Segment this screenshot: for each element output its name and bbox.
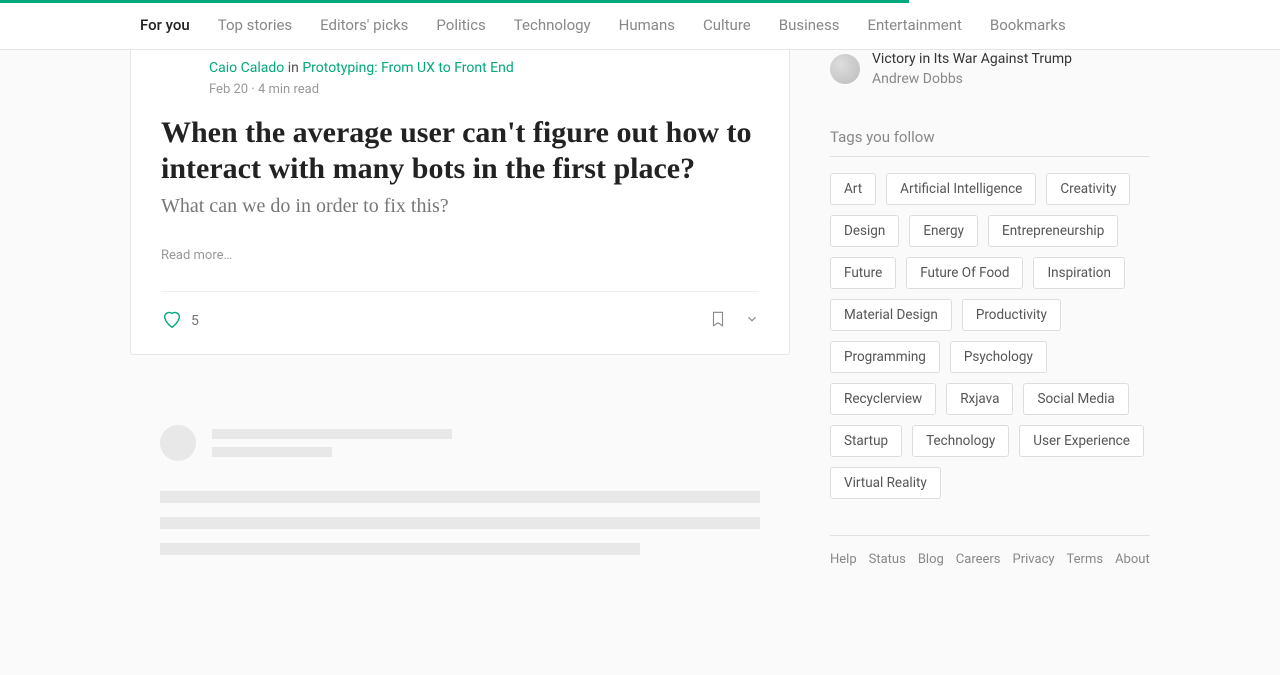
tag-recyclerview[interactable]: Recyclerview: [830, 383, 936, 415]
placeholder-card: [130, 405, 790, 589]
recommendation-author: Andrew Dobbs: [872, 70, 1072, 88]
in-word: in: [288, 60, 299, 76]
article-read-time: 4 min read: [258, 82, 319, 97]
loading-progress-bar: [0, 0, 909, 3]
tag-technology[interactable]: Technology: [912, 425, 1009, 457]
nav-business[interactable]: Business: [779, 16, 840, 34]
nav-technology[interactable]: Technology: [514, 16, 591, 34]
avatar: [830, 54, 860, 84]
read-more-link[interactable]: Read more…: [161, 248, 759, 263]
tags-section-header: Tags you follow: [830, 128, 1150, 157]
placeholder-line: [212, 447, 332, 457]
placeholder-line: [160, 517, 760, 529]
footer-link-careers[interactable]: Careers: [956, 552, 1001, 567]
article-title[interactable]: When the average user can't figure out h…: [161, 115, 759, 187]
recommendation-item[interactable]: Victory in Its War Against Trump Andrew …: [830, 50, 1150, 88]
like-count: 5: [191, 313, 199, 329]
sidebar: Victory in Its War Against Trump Andrew …: [830, 30, 1150, 589]
article-author-link[interactable]: Caio Calado: [209, 60, 284, 76]
nav-bookmarks[interactable]: Bookmarks: [990, 16, 1066, 34]
tag-productivity[interactable]: Productivity: [962, 299, 1061, 331]
nav-entertainment[interactable]: Entertainment: [867, 16, 961, 34]
placeholder-avatar: [160, 425, 196, 461]
tag-entrepreneurship[interactable]: Entrepreneurship: [988, 215, 1118, 247]
tag-design[interactable]: Design: [830, 215, 899, 247]
tag-energy[interactable]: Energy: [909, 215, 978, 247]
chevron-down-icon[interactable]: [745, 311, 759, 330]
bookmark-icon[interactable]: [709, 309, 727, 333]
tags-container: Art Artificial Intelligence Creativity Desi…: [830, 173, 1150, 499]
nav-politics[interactable]: Politics: [436, 16, 485, 34]
recommendation-title: Victory in Its War Against Trump: [872, 50, 1072, 68]
article-date: Feb 20: [209, 82, 248, 97]
footer-link-help[interactable]: Help: [830, 552, 857, 567]
tag-user-experience[interactable]: User Experience: [1019, 425, 1144, 457]
footer-links: Help Status Blog Careers Privacy Terms About: [830, 535, 1150, 567]
tag-psychology[interactable]: Psychology: [950, 341, 1047, 373]
tag-inspiration[interactable]: Inspiration: [1033, 257, 1124, 289]
placeholder-line: [212, 429, 452, 439]
footer-link-about[interactable]: About: [1115, 552, 1150, 567]
nav-top-stories[interactable]: Top stories: [218, 16, 292, 34]
tag-future-of-food[interactable]: Future Of Food: [906, 257, 1023, 289]
article-publication-link[interactable]: Prototyping: From UX to Front End: [302, 60, 513, 76]
meta-separator: ·: [251, 82, 258, 97]
footer-link-privacy[interactable]: Privacy: [1013, 552, 1055, 567]
placeholder-line: [160, 491, 760, 503]
footer-link-terms[interactable]: Terms: [1067, 552, 1104, 567]
tag-startup[interactable]: Startup: [830, 425, 902, 457]
nav-editors-picks[interactable]: Editors' picks: [320, 16, 408, 34]
tag-material-design[interactable]: Material Design: [830, 299, 952, 331]
tag-art[interactable]: Art: [830, 173, 876, 205]
nav-for-you[interactable]: For you: [140, 16, 190, 34]
top-nav: For you Top stories Editors' picks Polit…: [0, 0, 1280, 50]
footer-link-blog[interactable]: Blog: [918, 552, 944, 567]
nav-culture[interactable]: Culture: [703, 16, 751, 34]
article-card: Caio Calado in Prototyping: From UX to F…: [130, 30, 790, 355]
heart-icon[interactable]: [161, 308, 183, 334]
nav-humans[interactable]: Humans: [619, 16, 675, 34]
tag-programming[interactable]: Programming: [830, 341, 940, 373]
tag-social-media[interactable]: Social Media: [1023, 383, 1128, 415]
placeholder-line: [160, 543, 640, 555]
article-subtitle: What can we do in order to fix this?: [161, 195, 759, 218]
tag-virtual-reality[interactable]: Virtual Reality: [830, 467, 941, 499]
tag-artificial-intelligence[interactable]: Artificial Intelligence: [886, 173, 1036, 205]
footer-link-status[interactable]: Status: [869, 552, 906, 567]
tag-rxjava[interactable]: Rxjava: [946, 383, 1013, 415]
tag-creativity[interactable]: Creativity: [1046, 173, 1130, 205]
tag-future[interactable]: Future: [830, 257, 896, 289]
